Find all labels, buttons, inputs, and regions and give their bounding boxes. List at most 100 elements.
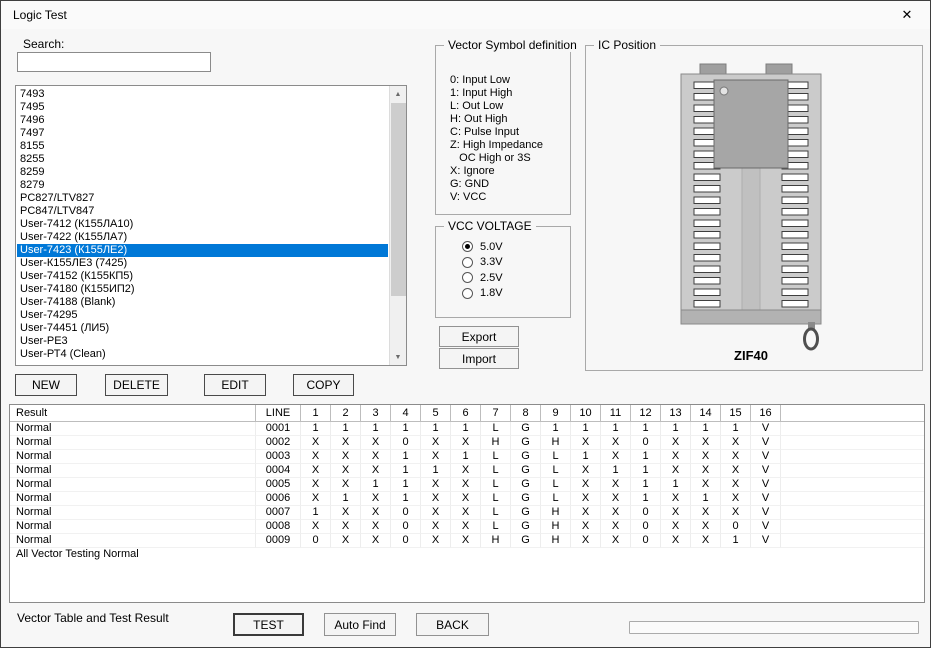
scroll-down-button[interactable]: ▼ <box>390 349 406 365</box>
column-header-pin[interactable]: 3 <box>361 405 391 421</box>
ic-list-item[interactable]: PC847/LTV847 <box>17 205 388 218</box>
ic-list-item[interactable]: 7495 <box>17 101 388 114</box>
result-cell: Normal <box>10 464 256 478</box>
column-header-pin[interactable]: 7 <box>481 405 511 421</box>
column-header-pin[interactable]: 2 <box>331 405 361 421</box>
column-header-pin[interactable]: 15 <box>721 405 751 421</box>
ic-list-item[interactable]: 7497 <box>17 127 388 140</box>
column-header-pin[interactable]: 10 <box>571 405 601 421</box>
ic-list-item[interactable]: User-РЕ3 <box>17 335 388 348</box>
table-row[interactable]: Normal0004XXX11XLGLX11XXXV <box>10 464 924 478</box>
pin-cell: X <box>331 436 361 450</box>
pin-cell: X <box>691 534 721 548</box>
pin-cell: X <box>301 492 331 506</box>
pin-cell: 1 <box>631 450 661 464</box>
column-header-pin[interactable]: 4 <box>391 405 421 421</box>
pin-cell: X <box>661 464 691 478</box>
ic-list-item[interactable]: 8155 <box>17 140 388 153</box>
ic-list-item[interactable]: PC827/LTV827 <box>17 192 388 205</box>
column-header-pin[interactable]: 9 <box>541 405 571 421</box>
pin-cell: X <box>571 436 601 450</box>
copy-button[interactable]: COPY <box>293 374 354 396</box>
vector-table[interactable]: ResultLINE12345678910111213141516 Normal… <box>9 404 925 603</box>
scroll-thumb[interactable] <box>391 103 406 296</box>
column-header-pin[interactable]: 13 <box>661 405 691 421</box>
pin-cell: X <box>451 436 481 450</box>
search-input[interactable] <box>17 52 211 72</box>
column-header-pin[interactable]: 6 <box>451 405 481 421</box>
ic-list-item[interactable]: User-7412 (К155ЛА10) <box>17 218 388 231</box>
pin-cell: 1 <box>631 464 661 478</box>
ic-list-item[interactable]: 7496 <box>17 114 388 127</box>
pin-cell: V <box>751 506 781 520</box>
pin-cell: X <box>601 506 631 520</box>
result-cell: Normal <box>10 534 256 548</box>
ic-list-item[interactable]: User-К155ЛЕ3 (7425) <box>17 257 388 270</box>
vector-symbol-line: 1: Input High <box>450 87 543 100</box>
pin-cell: G <box>511 436 541 450</box>
table-row[interactable]: Normal0006X1X1XXLGLXX1X1XV <box>10 492 924 506</box>
table-row[interactable]: Normal00071XX0XXLGHXX0XXXV <box>10 506 924 520</box>
column-header-pin[interactable]: 14 <box>691 405 721 421</box>
ic-list-item[interactable]: User-74451 (ЛИ5) <box>17 322 388 335</box>
pin-cell: X <box>331 450 361 464</box>
column-header-pin[interactable]: 12 <box>631 405 661 421</box>
vcc-option-row[interactable]: 2.5V <box>462 270 566 286</box>
pin-cell: G <box>511 450 541 464</box>
ic-list-item[interactable]: User-74152 (К155КП5) <box>17 270 388 283</box>
pin-cell: 0 <box>721 520 751 534</box>
column-header-pin[interactable]: 11 <box>601 405 631 421</box>
vcc-option-row[interactable]: 3.3V <box>462 255 566 271</box>
radio-button-icon[interactable] <box>462 241 473 252</box>
pin-cell: 1 <box>361 422 391 436</box>
vcc-option-label: 5.0V <box>480 241 503 253</box>
radio-button-icon[interactable] <box>462 257 473 268</box>
import-button[interactable]: Import <box>439 348 519 369</box>
back-button[interactable]: BACK <box>416 613 489 636</box>
list-scrollbar[interactable]: ▲ ▼ <box>389 86 406 365</box>
ic-list-item[interactable]: 8279 <box>17 179 388 192</box>
ic-list[interactable]: 74937495749674978155825582598279PC827/LT… <box>15 85 407 366</box>
table-row[interactable]: Normal0005XX11XXLGLXX11XXV <box>10 478 924 492</box>
new-button[interactable]: NEW <box>15 374 77 396</box>
ic-list-item[interactable]: User-7423 (К155ЛЕ2) <box>17 244 388 257</box>
table-row[interactable]: Normal00090XX0XXHGHXX0XX1V <box>10 534 924 548</box>
vcc-option-row[interactable]: 5.0V <box>462 239 566 255</box>
vcc-option-row[interactable]: 1.8V <box>462 286 566 302</box>
ic-list-item[interactable]: User-7422 (К155ЛА7) <box>17 231 388 244</box>
edit-button[interactable]: EDIT <box>204 374 266 396</box>
table-row[interactable]: Normal0001111111LG1111111V <box>10 422 924 436</box>
export-button[interactable]: Export <box>439 326 519 347</box>
pin-cell: 1 <box>421 464 451 478</box>
radio-button-icon[interactable] <box>462 288 473 299</box>
pin-cell: L <box>541 464 571 478</box>
column-header-pin[interactable]: 16 <box>751 405 781 421</box>
ic-list-item[interactable]: 8255 <box>17 153 388 166</box>
delete-button[interactable]: DELETE <box>105 374 168 396</box>
ic-list-item[interactable]: User-74180 (К155ИП2) <box>17 283 388 296</box>
close-button[interactable]: ✕ <box>884 1 930 29</box>
pin-cell: X <box>691 464 721 478</box>
column-header-pin[interactable]: 5 <box>421 405 451 421</box>
column-header-pin[interactable]: 1 <box>301 405 331 421</box>
line-cell: 0003 <box>256 450 301 464</box>
ic-list-item[interactable]: User-РТ4 (Clean) <box>17 348 388 361</box>
radio-button-icon[interactable] <box>462 272 473 283</box>
table-row[interactable]: Normal0003XXX1X1LGL1X1XXXV <box>10 450 924 464</box>
pin-cell: 0 <box>631 506 661 520</box>
ic-list-item[interactable]: User-74188 (Blank) <box>17 296 388 309</box>
test-button[interactable]: TEST <box>233 613 304 636</box>
ic-list-item[interactable]: 8259 <box>17 166 388 179</box>
table-row[interactable]: Normal0008XXX0XXLGHXX0XX0V <box>10 520 924 534</box>
vector-symbol-line: 0: Input Low <box>450 74 543 87</box>
title-bar[interactable]: Logic Test <box>1 1 930 29</box>
ic-list-item[interactable]: 7493 <box>17 88 388 101</box>
auto-find-button[interactable]: Auto Find <box>324 613 396 636</box>
table-row[interactable]: Normal0002XXX0XXHGHXX0XXXV <box>10 436 924 450</box>
scroll-up-button[interactable]: ▲ <box>390 86 406 102</box>
column-header-pin[interactable]: 8 <box>511 405 541 421</box>
column-header-result[interactable]: Result <box>10 405 256 421</box>
lever-loop-icon[interactable] <box>805 329 818 349</box>
column-header-line[interactable]: LINE <box>256 405 301 421</box>
ic-list-item[interactable]: User-74295 <box>17 309 388 322</box>
